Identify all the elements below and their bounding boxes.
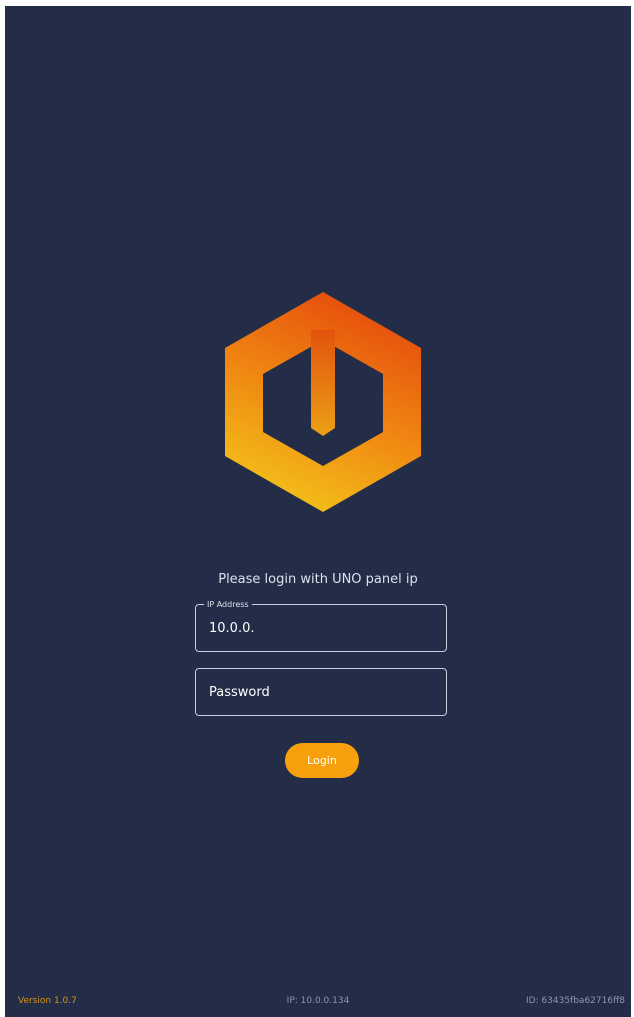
ip-address-input[interactable] bbox=[196, 605, 446, 651]
password-input[interactable] bbox=[196, 669, 446, 715]
ip-address-field[interactable]: IP Address bbox=[195, 599, 447, 652]
hexagon-power-logo-icon bbox=[225, 292, 421, 512]
device-id-label: ID: 63435fba62716ff8 bbox=[525, 996, 625, 1006]
login-prompt: Please login with UNO panel ip bbox=[218, 572, 418, 587]
login-button[interactable]: Login bbox=[285, 743, 359, 778]
password-field[interactable] bbox=[195, 668, 447, 716]
login-screen: Please login with UNO panel ip IP Addres… bbox=[5, 6, 631, 1017]
